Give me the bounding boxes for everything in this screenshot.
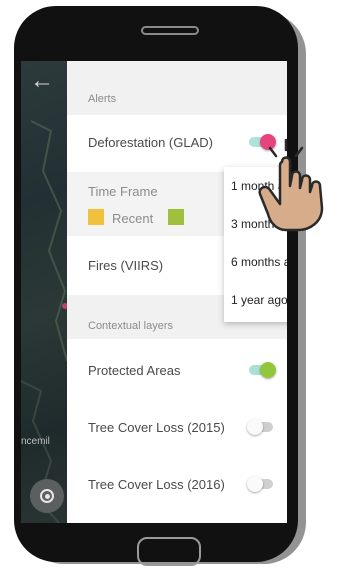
layer-row-tree-loss-2015[interactable]: Tree Cover Loss (2015) xyxy=(67,407,287,447)
layer-row-protected-areas[interactable]: Protected Areas xyxy=(67,350,287,390)
layer-label: Deforestation (GLAD) xyxy=(88,134,213,150)
section-header-alerts: Alerts xyxy=(67,61,287,115)
dropdown-option-6-months[interactable]: 6 months ago xyxy=(224,243,287,281)
map-coastline xyxy=(21,120,67,523)
app-screen: ← ncemil Alerts Deforestation (GLAD) Tim… xyxy=(21,61,287,523)
time-frame-label: Time Frame xyxy=(88,184,158,199)
layer-label: Protected Areas xyxy=(88,362,181,378)
layer-row-tree-loss-2016[interactable]: Tree Cover Loss (2016) xyxy=(67,464,287,504)
protected-areas-toggle[interactable] xyxy=(249,362,276,378)
tree-loss-2016-toggle[interactable] xyxy=(247,476,273,492)
layer-label: Fires (VIIRS) xyxy=(88,257,164,273)
dropdown-option-1-year[interactable]: 1 year ago xyxy=(224,281,287,319)
recent-swatch xyxy=(88,209,104,225)
home-button[interactable] xyxy=(137,537,201,566)
older-swatch xyxy=(168,209,184,225)
layer-label: Tree Cover Loss (2015) xyxy=(88,419,225,435)
locate-button[interactable] xyxy=(30,479,64,513)
map-place-label: ncemil xyxy=(21,436,50,447)
layers-panel: Alerts Deforestation (GLAD) Time Frame R… xyxy=(67,61,287,523)
map-view[interactable]: ← ncemil xyxy=(21,61,67,523)
locate-target-icon xyxy=(40,489,54,503)
phone-speaker xyxy=(141,26,199,35)
layer-label: Tree Cover Loss (2016) xyxy=(88,476,225,492)
tree-loss-2015-toggle[interactable] xyxy=(247,419,273,435)
tap-hand-icon xyxy=(258,138,324,232)
arrow-left-icon[interactable]: ← xyxy=(30,69,54,93)
recent-label: Recent xyxy=(112,211,154,226)
